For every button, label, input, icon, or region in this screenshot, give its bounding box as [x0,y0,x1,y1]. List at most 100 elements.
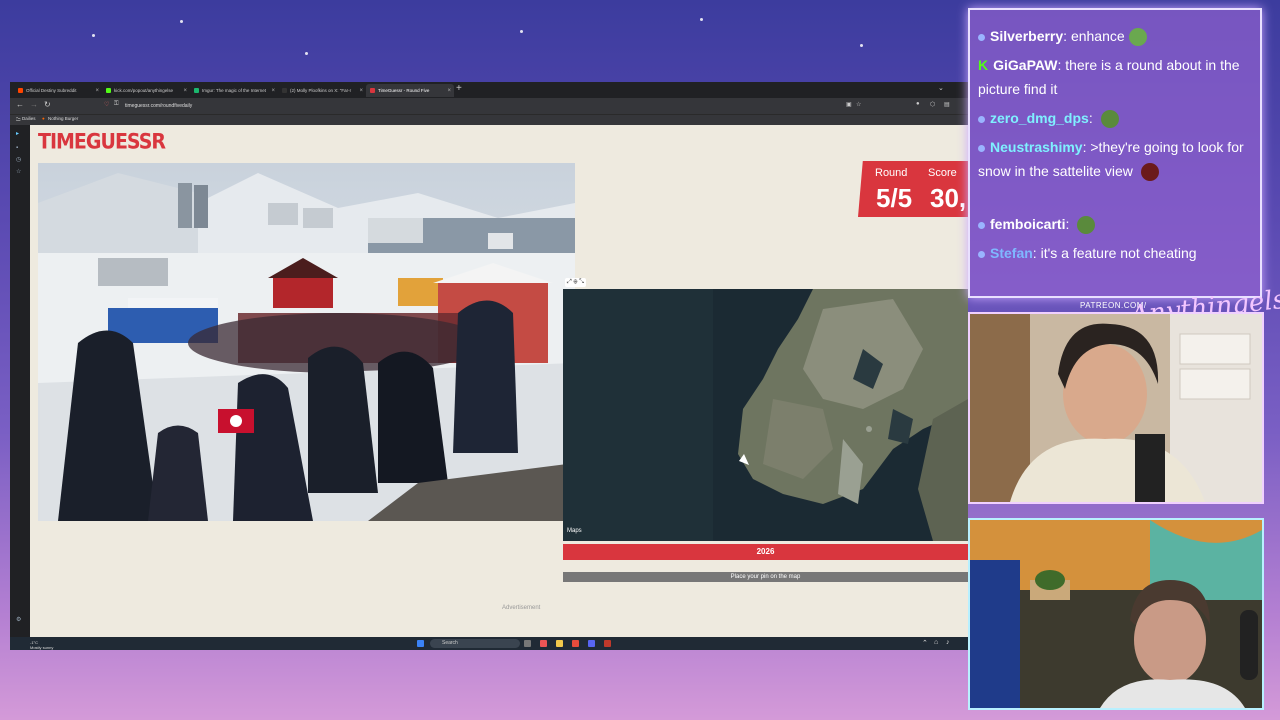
chat-username: zero_dmg_dps [990,110,1089,126]
tab-favicon [194,88,199,93]
chevron-down-icon[interactable]: ⌄ [938,84,944,92]
webcam-image [970,520,1262,708]
url-input[interactable]: timeguessr.com/roundfivedaily [125,102,845,111]
bookmarks-bar: 🗀 Dailies ● Nothing Burger [10,114,968,125]
webcam-streamer [968,312,1264,504]
year-slider-value[interactable]: 2026 [563,544,968,560]
advertisement-label: Advertisement [502,605,541,611]
chat-message: K GiGaPAW: there is a round about in the … [978,53,1254,101]
chat-username: femboicarti [990,216,1066,232]
score-label: Score [928,167,957,179]
chat-text: it's a feature not cheating [1040,245,1197,261]
browser-tab[interactable]: Imgur: The magic of the Internet × [190,84,278,97]
score-value: 30, [930,183,967,213]
tab-bar: Official Destiny Subreddit × kick.com/po… [10,82,968,98]
emote-icon [1128,28,1147,47]
round-photo[interactable] [38,163,575,521]
chat-message: zero_dmg_dps: [978,106,1254,130]
weather-desc: Mostly sunny [30,645,54,650]
extension-icon[interactable]: ▤ [944,101,950,108]
tab-label: kick.com/popout/anythingelse [114,88,174,93]
star-decoration [92,34,95,37]
round-photo-image [38,163,575,521]
round-label: Round [875,167,908,179]
settings-icon[interactable]: ⚙ [16,617,22,623]
new-tab-icon[interactable]: + [456,83,462,94]
extension-icon[interactable]: ⬡ [930,101,935,108]
timeguessr-logo[interactable]: TIMEGUESSR [38,130,166,154]
app-icon[interactable] [604,640,611,647]
tab-label: (2) Molly Ploofkins on X: "Far-r [290,88,352,93]
screenshot-icon[interactable]: ▣ [846,101,852,108]
map-zoom-icon[interactable]: ⊕ [573,279,577,285]
tab-favicon [106,88,111,93]
map-collapse-icon[interactable]: ⤡ [579,279,584,285]
browser-tab-active[interactable]: TimeGuessr - Round Five × [366,84,454,97]
bookmark-icon: ● [42,116,45,121]
close-icon[interactable]: × [359,88,363,94]
chat-badge-icon [978,115,985,123]
emote-icon [1100,110,1119,129]
extension-icon[interactable]: ● [916,101,920,107]
apple-maps-label: Maps [567,528,582,534]
tab-favicon [18,88,23,93]
chat-badge-icon [978,250,985,258]
browser-tab[interactable]: kick.com/popout/anythingelse × [102,84,190,97]
map-expand-icon[interactable]: ⤢ [567,279,572,285]
chat-message: Stefan: it's a feature not cheating [978,241,1254,265]
place-pin-button[interactable]: Place your pin on the map [563,572,968,582]
chat-username: Neustrashimy [990,139,1083,155]
bookmark-dailies[interactable]: Dailies [22,116,36,121]
taskbar-search[interactable]: Search [430,639,520,648]
network-icon[interactable]: ⌂ [934,639,938,646]
forward-icon[interactable]: → [30,100,38,109]
heart-icon[interactable]: ♡ [104,101,109,108]
browser-tab[interactable]: (2) Molly Ploofkins on X: "Far-r × [278,84,366,97]
kick-badge-icon: K [978,57,989,73]
app-icon[interactable] [572,640,579,647]
star-decoration [305,52,308,55]
close-icon[interactable]: × [271,88,275,94]
address-bar-row: ← → ↻ ♡ ⚿ timeguessr.com/roundfivedaily … [10,98,968,114]
chevron-up-icon[interactable]: ⌃ [922,639,928,647]
back-icon[interactable]: ← [16,100,24,109]
bookmark-folder-icon: 🗀 [16,117,21,122]
chrome-icon[interactable] [540,640,547,647]
sidebar-icon[interactable]: ▸ [16,131,22,137]
chat-username: GiGaPAW [993,57,1058,73]
round-score-panel: Round Score 5/5 30, [858,161,968,217]
guess-map[interactable] [563,289,968,541]
bookmark-nothing-burger[interactable]: Nothing Burger [48,116,78,121]
round-value: 5/5 [876,183,913,213]
chat-message: Neustrashimy: >they're going to look for… [978,135,1254,183]
bag-icon[interactable]: ▪ [16,145,22,151]
weather-widget[interactable]: -1°C Mostly sunny [30,640,53,650]
favorites-icon[interactable]: ☆ [16,169,22,175]
volume-icon[interactable]: ♪ [946,639,950,646]
discord-icon[interactable] [588,640,595,647]
satellite-map-image [563,289,968,541]
star-icon[interactable]: ☆ [856,101,861,108]
star-decoration [520,30,523,33]
chat-message: femboicarti: [978,212,1254,236]
chat-badge-icon [978,33,985,41]
browser-tab[interactable]: Official Destiny Subreddit × [14,84,102,97]
start-icon[interactable] [417,640,424,647]
star-decoration [180,20,183,23]
task-view-icon[interactable] [524,640,531,647]
chat-message: Silverberry: enhance [978,24,1254,48]
chat-badge-icon [978,221,985,229]
close-icon[interactable]: × [447,88,451,94]
webcam-image [970,314,1262,502]
map-controls[interactable]: ⤢ ⊕ ⤡ [565,278,586,287]
chat-badge-icon [978,144,985,152]
close-icon[interactable]: × [183,88,187,94]
close-icon[interactable]: × [95,88,99,94]
folder-icon[interactable] [556,640,563,647]
browser-sidebar: ▸ ▪ ◷ ☆ ⚙ [10,125,30,637]
reload-icon[interactable]: ↻ [44,100,51,109]
tab-favicon [370,88,375,93]
history-icon[interactable]: ◷ [16,157,22,163]
chat-username: Stefan [990,245,1033,261]
chat-username: Silverberry [990,28,1064,44]
